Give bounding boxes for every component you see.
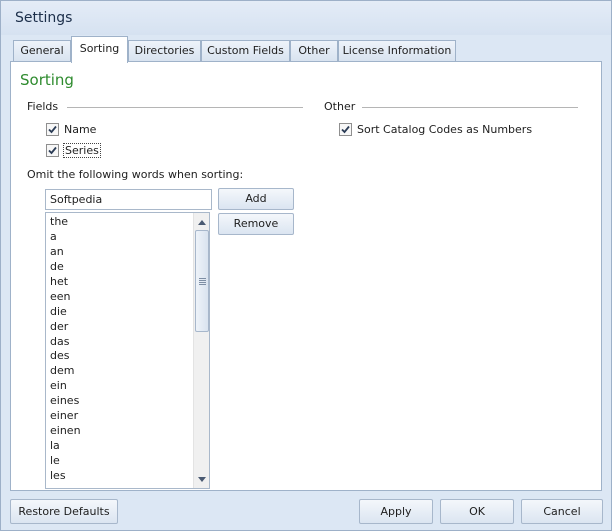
sorting-panel: Sorting Fields Other Name Series Sort Ca…: [10, 61, 602, 491]
grip-icon: [199, 278, 206, 286]
list-item[interactable]: les: [50, 468, 81, 483]
checkbox-checked-icon: [46, 123, 59, 136]
list-item[interactable]: de: [50, 259, 81, 274]
list-item[interactable]: das: [50, 334, 81, 349]
omit-words-list[interactable]: the a an de het een die der das des dem ein eines ein…: [45, 212, 210, 489]
list-item[interactable]: dem: [50, 363, 81, 378]
series-checkbox-label: Series: [63, 143, 101, 158]
other-divider: [362, 107, 578, 108]
remove-button[interactable]: Remove: [218, 213, 294, 235]
list-item[interactable]: die: [50, 304, 81, 319]
tab-custom-fields[interactable]: Custom Fields: [201, 40, 290, 62]
fields-group-label: Fields: [27, 100, 59, 113]
fields-divider: [67, 107, 303, 108]
footer-bar: Restore Defaults Apply OK Cancel: [1, 493, 611, 530]
omit-words-label: Omit the following words when sorting:: [27, 168, 244, 181]
list-scrollbar[interactable]: [193, 213, 209, 488]
omit-word-input[interactable]: [45, 189, 212, 210]
list-item[interactable]: ein: [50, 378, 81, 393]
list-item[interactable]: le: [50, 453, 81, 468]
scroll-thumb[interactable]: [195, 230, 209, 332]
list-item[interactable]: des: [50, 348, 81, 363]
tab-directories[interactable]: Directories: [128, 40, 201, 62]
apply-button[interactable]: Apply: [359, 499, 433, 524]
other-group-label: Other: [324, 100, 356, 113]
checkbox-checked-icon: [339, 123, 352, 136]
add-button[interactable]: Add: [218, 188, 294, 210]
tab-license-information[interactable]: License Information: [338, 40, 456, 62]
list-item[interactable]: een: [50, 289, 81, 304]
restore-defaults-button[interactable]: Restore Defaults: [10, 499, 118, 524]
list-item[interactable]: a: [50, 229, 81, 244]
tab-other[interactable]: Other: [290, 40, 338, 62]
series-checkbox[interactable]: Series: [46, 143, 101, 158]
name-checkbox-label: Name: [64, 123, 97, 136]
cancel-button[interactable]: Cancel: [521, 499, 603, 524]
window-title: Settings: [15, 10, 73, 26]
sort-catalog-codes-label: Sort Catalog Codes as Numbers: [357, 123, 533, 136]
scroll-up-arrow-icon[interactable]: [194, 214, 209, 230]
title-bar: Settings: [1, 1, 611, 35]
list-item[interactable]: der: [50, 319, 81, 334]
list-item[interactable]: eines: [50, 393, 81, 408]
omit-words-items: the a an de het een die der das des dem ein eines ein…: [50, 214, 81, 483]
sort-catalog-codes-checkbox[interactable]: Sort Catalog Codes as Numbers: [339, 123, 532, 136]
list-item[interactable]: einer: [50, 408, 81, 423]
tab-sorting[interactable]: Sorting: [71, 36, 128, 63]
list-item[interactable]: einen: [50, 423, 81, 438]
list-item[interactable]: het: [50, 274, 81, 289]
settings-window: Settings General Sorting Directories Cus…: [0, 0, 612, 531]
ok-button[interactable]: OK: [440, 499, 514, 524]
section-title: Sorting: [20, 71, 74, 89]
tab-general[interactable]: General: [13, 40, 71, 62]
checkbox-checked-icon: [46, 144, 59, 157]
list-item[interactable]: an: [50, 244, 81, 259]
name-checkbox[interactable]: Name: [46, 123, 96, 136]
list-item[interactable]: the: [50, 214, 81, 229]
list-item[interactable]: la: [50, 438, 81, 453]
scroll-down-arrow-icon[interactable]: [194, 471, 209, 487]
